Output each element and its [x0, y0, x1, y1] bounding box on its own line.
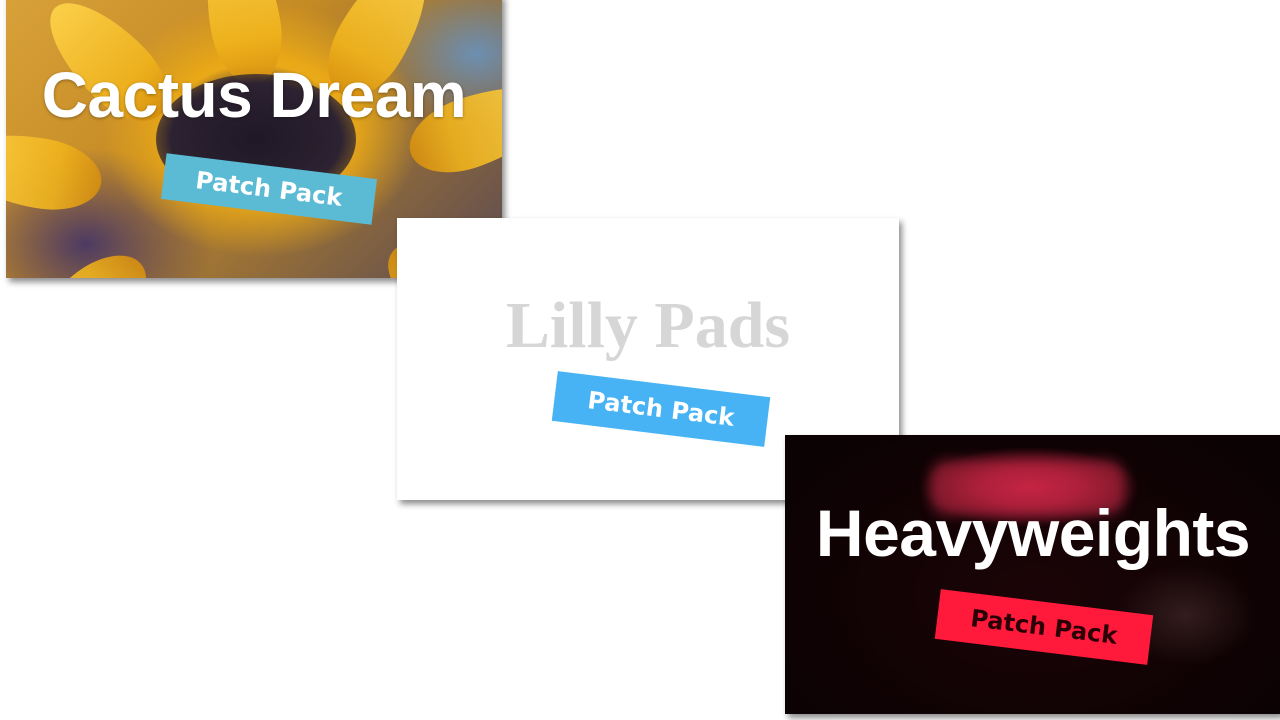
card-title: Cactus Dream [41, 59, 467, 131]
card-title: Lilly Pads [505, 289, 791, 362]
thumbnail-collage: Cactus Dream Patch Pack Lilly Pads Patch… [0, 0, 1280, 720]
patch-pack-badge: Patch Pack [551, 371, 771, 447]
sunflower-petal [6, 237, 164, 278]
sunflower-petal [6, 123, 108, 219]
patch-pack-badge: Patch Pack [934, 589, 1154, 665]
card-title: Heavyweights [815, 496, 1251, 570]
heavyweights-card[interactable]: Heavyweights Patch Pack [785, 435, 1280, 714]
